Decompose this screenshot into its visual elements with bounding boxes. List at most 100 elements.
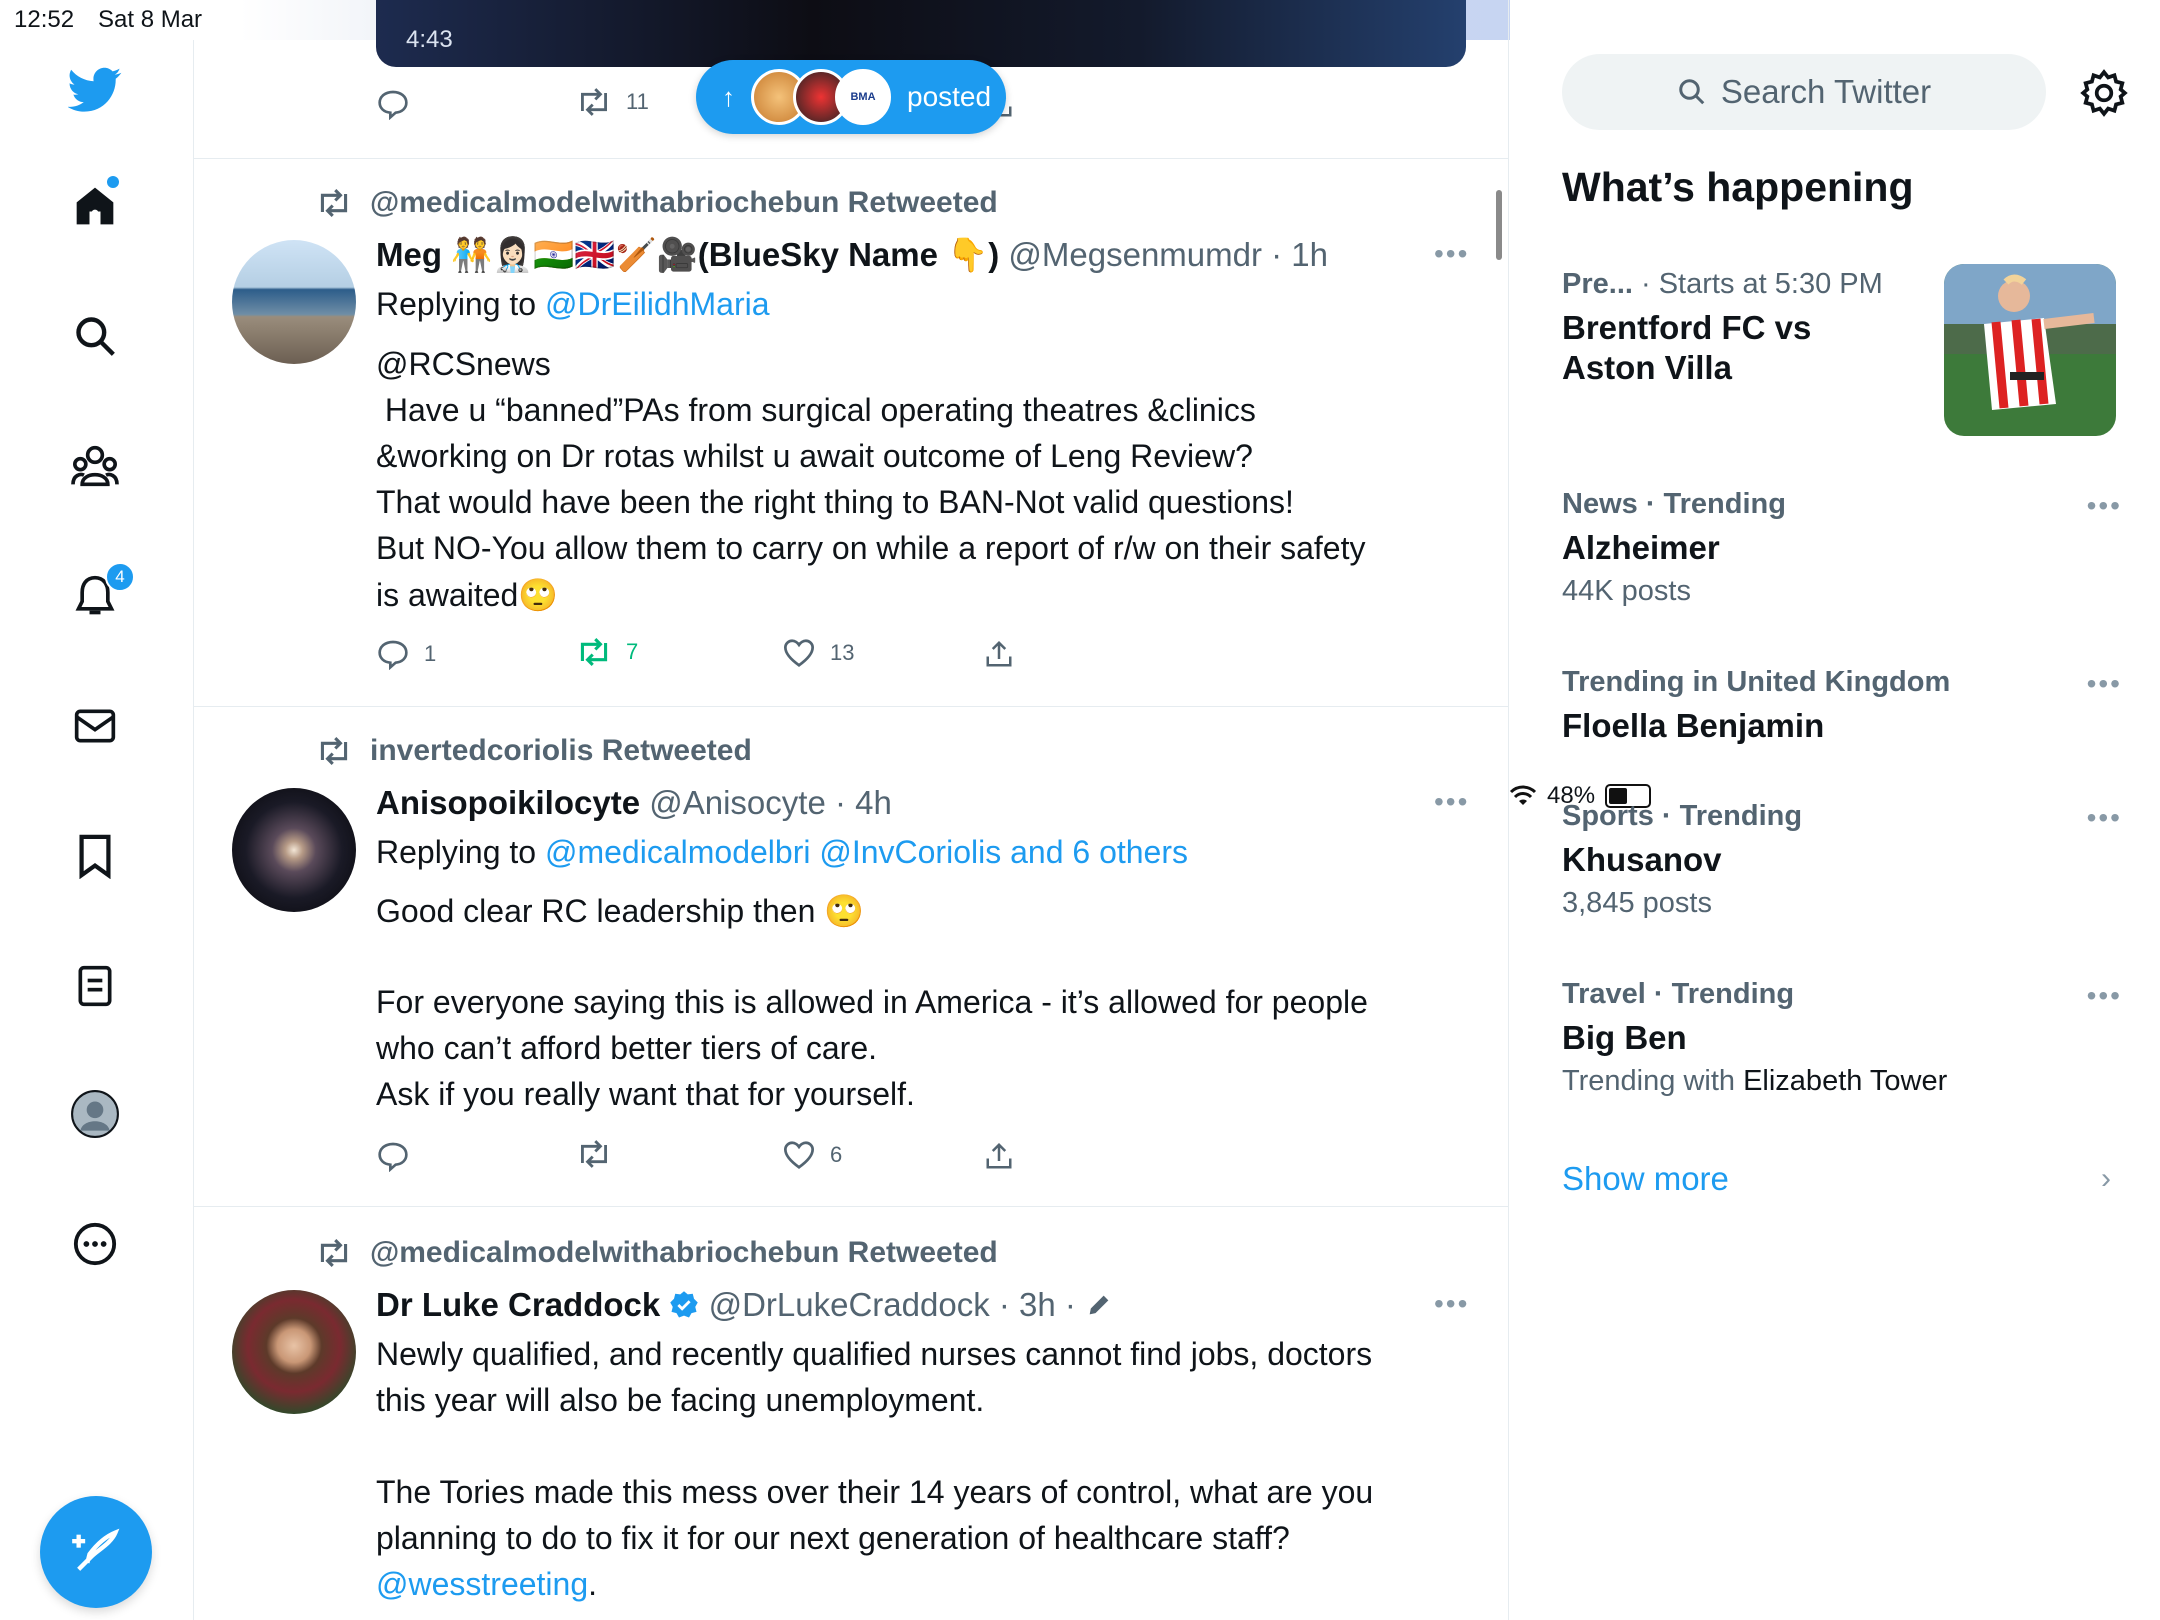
trend-meta: News · Trending bbox=[1562, 488, 1786, 520]
retweeted-by-line[interactable]: @medicalmodelwithabriochebun Retweeted bbox=[316, 186, 998, 220]
search-input[interactable]: Search Twitter bbox=[1562, 54, 2046, 130]
home-icon[interactable] bbox=[67, 176, 123, 234]
edited-pencil-icon[interactable] bbox=[1085, 1291, 1113, 1319]
trend-more-icon[interactable]: ••• bbox=[2087, 668, 2122, 700]
trend-more-icon[interactable]: ••• bbox=[2087, 980, 2122, 1012]
like-count: 13 bbox=[830, 640, 855, 665]
new-posts-pill[interactable]: ↑ BMA posted bbox=[696, 60, 1006, 134]
retweeted-by-text: @medicalmodelwithabriochebun Retweeted bbox=[370, 1236, 998, 1269]
tweet-more-icon[interactable]: ••• bbox=[1434, 238, 1469, 270]
replying-to-link[interactable]: @medicalmodelbri @InvCoriolis and 6 othe… bbox=[545, 834, 1188, 870]
arrow-up-icon: ↑ bbox=[722, 81, 735, 112]
timeline-feed[interactable]: 4:43 11 ↑ BMA posted @medicalmodelwithab… bbox=[194, 0, 1509, 1620]
event-thumbnail[interactable] bbox=[1944, 264, 2116, 436]
tweet-time[interactable]: · 3h · bbox=[999, 1286, 1076, 1323]
search-placeholder: Search Twitter bbox=[1720, 73, 1932, 110]
tweet-text-line: The Tories made this mess over their 14 … bbox=[376, 1474, 1374, 1510]
tweet-text-line: is awaited🙄 bbox=[376, 577, 559, 613]
tweet-more-icon[interactable]: ••• bbox=[1434, 786, 1469, 818]
trend-meta: Trending in United Kingdom bbox=[1562, 666, 1951, 698]
video-media[interactable]: 4:43 bbox=[376, 0, 1466, 67]
retweet-icon bbox=[581, 88, 607, 116]
search-nav-icon[interactable] bbox=[67, 308, 123, 364]
avatar[interactable] bbox=[232, 788, 356, 912]
show-more-link[interactable]: Show more bbox=[1562, 1160, 1729, 1198]
trend-subtext-related: Elizabeth Tower bbox=[1743, 1065, 1948, 1097]
event-title-line2: Aston Villa bbox=[1562, 349, 1732, 386]
retweeted-by-line[interactable]: @medicalmodelwithabriochebun Retweeted bbox=[316, 1236, 998, 1270]
share-button[interactable] bbox=[984, 638, 1014, 670]
tweet-text-line: For everyone saying this is allowed in A… bbox=[376, 984, 1368, 1020]
tweet-mention-line: @wesstreeting. bbox=[376, 1566, 597, 1603]
twitter-logo-icon[interactable] bbox=[67, 62, 123, 118]
author-name[interactable]: Dr Luke Craddock bbox=[376, 1286, 660, 1323]
reply-button[interactable]: 1 bbox=[376, 638, 436, 670]
chevron-right-icon[interactable]: › bbox=[2101, 1162, 2111, 1196]
like-button[interactable]: 13 bbox=[782, 638, 854, 668]
author-name[interactable]: Anisopoikilocyte bbox=[376, 784, 640, 821]
event-item[interactable]: Pre... · Starts at 5:30 PM Brentford FC … bbox=[1562, 268, 1932, 387]
retweet-icon bbox=[320, 737, 348, 765]
retweet-button[interactable] bbox=[576, 1140, 612, 1168]
mention-link[interactable]: @wesstreeting bbox=[376, 1566, 588, 1602]
trend-title: Big Ben bbox=[1562, 1019, 1687, 1056]
replying-prefix: Replying to bbox=[376, 834, 545, 870]
trend-item[interactable]: News · Trending Alzheimer 44K posts ••• bbox=[1562, 488, 2122, 608]
bookmarks-icon[interactable] bbox=[67, 828, 123, 884]
avatar[interactable] bbox=[232, 1290, 356, 1414]
feed-scrollbar[interactable] bbox=[1496, 190, 1502, 260]
notifications-bell-icon[interactable]: 4 bbox=[67, 562, 135, 624]
event-time: · Starts at 5:30 PM bbox=[1641, 268, 1883, 300]
retweeted-by-line[interactable]: invertedcoriolis Retweeted bbox=[316, 734, 752, 768]
compose-tweet-button[interactable] bbox=[40, 1496, 152, 1608]
posted-label: posted bbox=[907, 81, 992, 112]
divider bbox=[194, 706, 1508, 707]
retweet-icon bbox=[580, 638, 608, 666]
more-options-icon[interactable] bbox=[67, 1216, 123, 1272]
messages-envelope-icon[interactable] bbox=[67, 698, 123, 754]
profile-avatar-icon[interactable] bbox=[67, 1086, 123, 1142]
replying-to-line: Replying to @medicalmodelbri @InvCorioli… bbox=[376, 834, 1188, 871]
tweet-text-line: That would have been the right thing to … bbox=[376, 484, 1294, 520]
settings-gear-icon[interactable] bbox=[2079, 68, 2129, 118]
trend-item[interactable]: Travel · Trending Big Ben Trending with … bbox=[1562, 978, 2122, 1098]
trend-meta: Travel · Trending bbox=[1562, 978, 1795, 1010]
tweet-more-icon[interactable]: ••• bbox=[1434, 1288, 1469, 1320]
retweeted-by-text: @medicalmodelwithabriochebun Retweeted bbox=[370, 186, 998, 219]
replying-to-link[interactable]: @DrEilidhMaria bbox=[545, 286, 770, 322]
author-handle[interactable]: @Anisocyte bbox=[649, 784, 826, 821]
trend-subtext: 3,845 posts bbox=[1562, 887, 1712, 919]
retweet-button[interactable]: 11 bbox=[576, 88, 649, 116]
trend-more-icon[interactable]: ••• bbox=[2087, 490, 2122, 522]
share-button[interactable] bbox=[984, 1140, 1014, 1172]
tweet-header: Anisopoikilocyte @Anisocyte · 4h bbox=[376, 784, 892, 822]
share-icon bbox=[986, 1142, 1012, 1169]
trend-item[interactable]: Trending in United Kingdom Floella Benja… bbox=[1562, 666, 2122, 745]
trend-more-icon[interactable]: ••• bbox=[2087, 802, 2122, 834]
author-handle[interactable]: @DrLukeCraddock bbox=[709, 1286, 990, 1323]
new-posts-avatars: BMA bbox=[751, 69, 891, 125]
author-handle[interactable]: @Megsenmumdr bbox=[1008, 236, 1262, 273]
retweet-button[interactable]: 7 bbox=[576, 638, 638, 666]
reply-button[interactable] bbox=[376, 88, 410, 120]
tweet-time[interactable]: · 4h bbox=[835, 784, 892, 821]
lists-icon[interactable] bbox=[67, 958, 123, 1014]
reply-button[interactable] bbox=[376, 1140, 410, 1172]
author-name[interactable]: Meg 🧑‍🤝‍🧑👩🏻‍⚕️🇮🇳🇬🇧🏏🎥(BlueSky Name 👇) bbox=[376, 236, 999, 273]
communities-icon[interactable] bbox=[67, 438, 123, 494]
video-duration: 4:43 bbox=[406, 26, 453, 53]
replying-to-line: Replying to @DrEilidhMaria bbox=[376, 286, 770, 323]
retweet-icon bbox=[320, 189, 348, 217]
trend-subtext: 44K posts bbox=[1562, 575, 1691, 607]
retweeted-by-text: invertedcoriolis Retweeted bbox=[370, 734, 752, 767]
divider bbox=[194, 158, 1508, 159]
search-icon bbox=[1679, 79, 1705, 105]
tweet-time[interactable]: · 1h bbox=[1271, 236, 1328, 273]
like-button[interactable]: 6 bbox=[782, 1140, 842, 1170]
avatar[interactable] bbox=[232, 240, 356, 364]
retweet-count: 11 bbox=[626, 89, 649, 114]
trend-item[interactable]: Sports · Trending Khusanov 3,845 posts •… bbox=[1562, 800, 2122, 920]
tweet-text-line: planning to do to fix it for our next ge… bbox=[376, 1520, 1290, 1556]
whats-happening-heading: What’s happening bbox=[1562, 164, 1914, 210]
mention-link[interactable]: @RCSnews bbox=[376, 346, 551, 383]
